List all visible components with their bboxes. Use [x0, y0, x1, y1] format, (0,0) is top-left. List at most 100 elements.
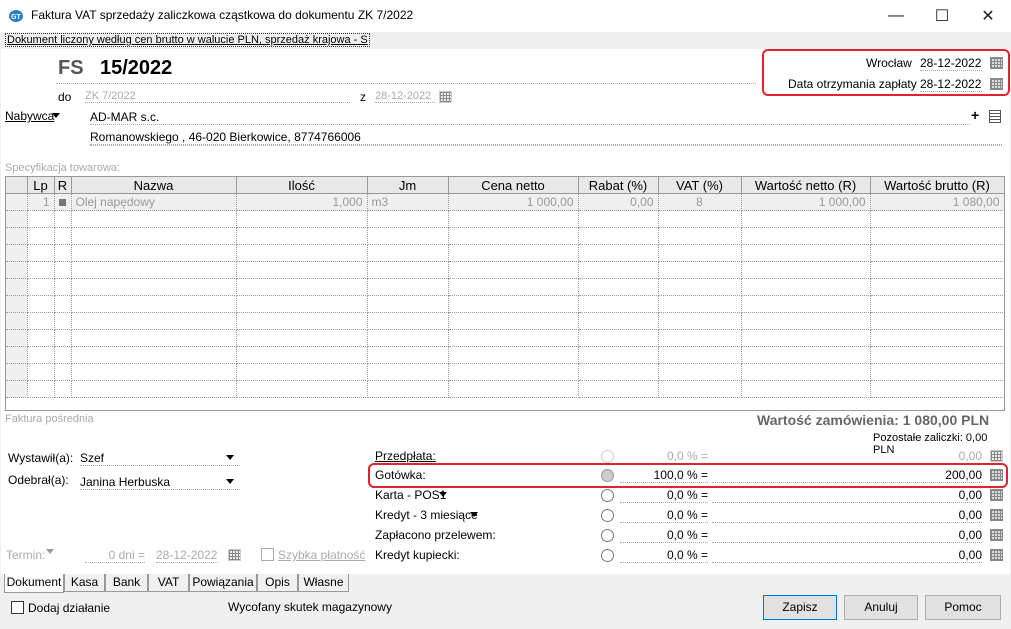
- table-cell[interactable]: [236, 244, 368, 262]
- table-cell[interactable]: [71, 244, 237, 262]
- table-cell[interactable]: [54, 227, 72, 245]
- table-cell[interactable]: [54, 363, 72, 381]
- buyer-name-field[interactable]: AD-MAR s.c.: [90, 110, 970, 125]
- table-cell[interactable]: [870, 363, 1005, 381]
- help-button[interactable]: Pomoc: [925, 595, 1001, 620]
- cancel-button[interactable]: Anuluj: [844, 595, 918, 620]
- tab-wlasne[interactable]: Własne: [298, 574, 349, 592]
- payment-amount-field[interactable]: 0,00: [712, 548, 982, 563]
- payment-amount-field[interactable]: 0,00: [712, 488, 982, 503]
- table-cell[interactable]: [578, 261, 659, 279]
- table-cell[interactable]: [54, 346, 72, 364]
- table-row[interactable]: [6, 295, 1005, 313]
- payment-label[interactable]: Kredyt - 3 miesiące: [375, 508, 478, 522]
- close-button[interactable]: ✕: [965, 0, 1011, 31]
- table-row[interactable]: [6, 244, 1005, 262]
- table-cell[interactable]: [658, 295, 742, 313]
- table-cell[interactable]: [448, 244, 579, 262]
- table-cell[interactable]: [741, 329, 871, 347]
- table-cell[interactable]: m3: [367, 193, 449, 211]
- table-cell[interactable]: [54, 278, 72, 296]
- table-cell[interactable]: [27, 244, 55, 262]
- table-cell[interactable]: 1,000: [236, 193, 368, 211]
- table-cell[interactable]: [54, 295, 72, 313]
- table-cell[interactable]: Olej napędowy: [71, 193, 237, 211]
- table-row[interactable]: 1 Olej napędowy 1,000 m3 1 000,00 0,00 8…: [6, 193, 1005, 211]
- table-cell[interactable]: [658, 329, 742, 347]
- table-cell[interactable]: [367, 380, 449, 398]
- add-icon[interactable]: +: [971, 107, 979, 123]
- table-cell[interactable]: [741, 244, 871, 262]
- payment-percent-field[interactable]: 0,0 % =: [620, 449, 708, 464]
- column-header-vat[interactable]: VAT (%): [658, 177, 742, 194]
- table-cell[interactable]: [658, 227, 742, 245]
- table-row[interactable]: [6, 210, 1005, 228]
- table-cell[interactable]: [71, 346, 237, 364]
- calculator-icon[interactable]: [990, 509, 1003, 521]
- column-header-cena-netto[interactable]: Cena netto: [448, 177, 579, 194]
- table-row[interactable]: [6, 380, 1005, 398]
- calculator-icon[interactable]: [990, 450, 1003, 462]
- table-cell[interactable]: [870, 295, 1005, 313]
- table-cell[interactable]: [658, 244, 742, 262]
- table-row[interactable]: [6, 346, 1005, 364]
- payment-label[interactable]: Kredyt kupiecki:: [375, 548, 460, 562]
- column-header-lp[interactable]: Lp: [27, 177, 55, 194]
- table-cell[interactable]: [658, 363, 742, 381]
- tab-opis[interactable]: Opis: [257, 574, 298, 592]
- minimize-button[interactable]: —: [873, 0, 919, 31]
- table-cell[interactable]: [448, 346, 579, 364]
- payment-amount-field[interactable]: 0,00: [712, 508, 982, 523]
- table-cell[interactable]: [6, 346, 28, 364]
- table-cell[interactable]: [448, 261, 579, 279]
- term-label[interactable]: Termin:: [6, 548, 45, 562]
- payment-date-field[interactable]: 28-12-2022: [920, 77, 982, 92]
- save-button[interactable]: Zapisz: [763, 595, 837, 620]
- chevron-down-icon[interactable]: [226, 455, 234, 460]
- table-cell[interactable]: 0,00: [578, 193, 659, 211]
- table-cell[interactable]: [578, 278, 659, 296]
- table-cell[interactable]: [578, 380, 659, 398]
- table-cell[interactable]: [71, 312, 237, 330]
- payment-percent-field[interactable]: 0,0 % =: [620, 508, 708, 523]
- payment-label[interactable]: Karta - POS1: [375, 488, 446, 502]
- table-cell[interactable]: [27, 312, 55, 330]
- calendar-icon[interactable]: [990, 57, 1003, 69]
- table-cell[interactable]: [27, 278, 55, 296]
- chevron-down-icon[interactable]: [46, 549, 54, 554]
- table-cell[interactable]: [54, 380, 72, 398]
- table-cell[interactable]: [658, 261, 742, 279]
- table-cell[interactable]: [54, 193, 72, 211]
- table-cell[interactable]: [236, 329, 368, 347]
- column-header-jm[interactable]: Jm: [367, 177, 449, 194]
- table-row[interactable]: [6, 363, 1005, 381]
- table-cell[interactable]: [6, 278, 28, 296]
- table-cell[interactable]: [54, 244, 72, 262]
- table-cell[interactable]: 1 000,00: [741, 193, 871, 211]
- table-cell[interactable]: [6, 312, 28, 330]
- table-cell[interactable]: [658, 346, 742, 364]
- payment-radio[interactable]: [601, 529, 614, 542]
- payment-percent-field[interactable]: 0,0 % =: [620, 488, 708, 503]
- chevron-down-icon[interactable]: [52, 113, 60, 118]
- column-header-rabat[interactable]: Rabat (%): [578, 177, 659, 194]
- table-cell[interactable]: [367, 312, 449, 330]
- buyer-label[interactable]: Nabywca: [5, 109, 54, 123]
- chevron-down-icon[interactable]: [439, 492, 447, 497]
- table-cell[interactable]: [578, 227, 659, 245]
- table-cell[interactable]: [870, 329, 1005, 347]
- chevron-down-icon[interactable]: [470, 512, 478, 517]
- table-cell[interactable]: [27, 295, 55, 313]
- payment-amount-field[interactable]: 0,00: [712, 449, 982, 464]
- table-cell[interactable]: [658, 210, 742, 228]
- term-date-field[interactable]: 28-12-2022: [156, 548, 218, 563]
- table-cell[interactable]: [236, 278, 368, 296]
- table-cell[interactable]: [367, 227, 449, 245]
- column-header-ilosc[interactable]: Ilość: [236, 177, 368, 194]
- table-cell[interactable]: [870, 227, 1005, 245]
- table-cell[interactable]: [236, 380, 368, 398]
- table-cell[interactable]: [236, 363, 368, 381]
- table-cell[interactable]: [6, 227, 28, 245]
- list-icon[interactable]: [989, 110, 1001, 123]
- calculator-icon[interactable]: [990, 549, 1003, 561]
